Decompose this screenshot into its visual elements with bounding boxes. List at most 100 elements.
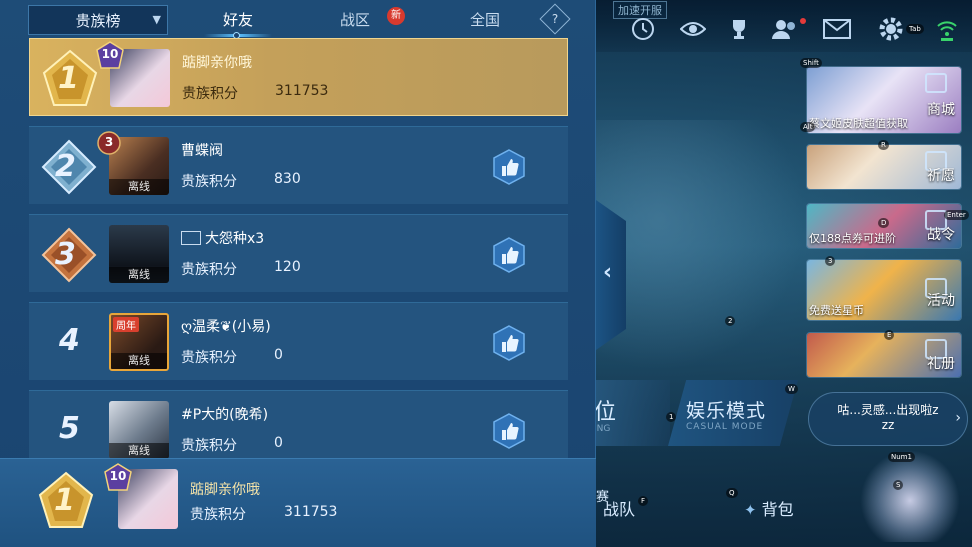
score-value: 311753 [284, 504, 338, 520]
shop-icon [925, 73, 947, 93]
collapse-panel-button[interactable]: ‹ [596, 200, 626, 350]
promo-events[interactable]: 免费送星币 活动 [806, 259, 962, 321]
casual-mode-title: 娱乐模式 [686, 400, 767, 422]
avatar[interactable]: 周年 离线 [109, 313, 169, 371]
player-name: 踮脚亲你哦 [182, 55, 252, 71]
friends-notify-dot [800, 18, 806, 24]
anniversary-tag: 周年 [113, 317, 139, 332]
score-value: 0 [274, 435, 283, 451]
thumbs-up-icon[interactable] [491, 237, 527, 273]
leaderboard-row[interactable]: 4 周年 离线 ღ温柔❦(小易) 贵族积分 0 [29, 302, 568, 380]
eye-icon[interactable] [678, 14, 708, 44]
score-value: 830 [274, 171, 301, 187]
tab-region[interactable]: 战区 [328, 5, 382, 35]
promo-label: 祈愿 [927, 168, 955, 184]
key-hint: Tab [906, 24, 924, 34]
chevron-right-icon: › [955, 410, 961, 426]
player-name: #P大的(晚希) [181, 407, 269, 423]
avatar[interactable]: 离线 [109, 225, 169, 283]
new-badge: 新 [387, 7, 405, 25]
avatar[interactable]: 离线 [109, 401, 169, 459]
dropdown-label: 贵族榜 [75, 11, 121, 30]
my-rank-row[interactable]: 1 10 踮脚亲你哦 贵族积分 311753 [0, 458, 596, 547]
team-button[interactable]: 战队 [603, 496, 635, 520]
offline-label: 离线 [109, 443, 169, 459]
ranked-mode-title: 位 [594, 400, 617, 425]
title-card-icon [181, 231, 201, 245]
key-hint: Alt [800, 122, 816, 132]
hero-silhouette [596, 120, 806, 370]
promo-caption: 免费送星币 [809, 304, 864, 317]
promo-caption: 蔡文姬皮肤超值获取 [809, 117, 908, 130]
offline-label: 离线 [109, 267, 169, 283]
thumbs-up-icon[interactable] [491, 413, 527, 449]
leaderboard-row[interactable]: 2 离线 3 曹蝶阀 贵族积分 830 [29, 126, 568, 204]
leaderboard-row[interactable]: 5 离线 #P大的(晚希) 贵族积分 0 [29, 390, 568, 468]
bag-button[interactable]: ✦ 背包 [744, 496, 794, 520]
player-name: 曹蝶阀 [181, 143, 223, 159]
noble-level-number: 3 [104, 135, 114, 149]
wifi-signal-icon [936, 18, 958, 42]
ranked-mode-button[interactable]: 位 ING [590, 380, 670, 446]
offline-label: 离线 [111, 353, 167, 369]
promo-label: 活动 [927, 293, 955, 309]
promo-caption: 仅188点券可进阶 [809, 232, 896, 245]
pet-avatar[interactable] [860, 450, 960, 542]
promo-gift-book[interactable]: 礼册 [806, 332, 962, 378]
player-name-text: 大怨种x3 [205, 231, 265, 247]
noble-level-badge: 3 [95, 129, 123, 157]
bubble-line-2: zz [881, 418, 895, 432]
key-hint: R [878, 140, 889, 150]
leaderboard-row[interactable]: 3 离线 大怨种x3 贵族积分 120 [29, 214, 568, 292]
ranked-mode-subtitle: ING [594, 424, 611, 434]
score-label: 贵族积分 [190, 507, 246, 523]
noble-level-number: 10 [109, 469, 127, 483]
tab-friends[interactable]: 好友 [204, 5, 272, 35]
tab-national[interactable]: 全国 [458, 5, 512, 35]
promo-wish[interactable]: 祈愿 [806, 144, 962, 190]
mail-icon[interactable] [822, 14, 852, 44]
score-label: 贵族积分 [181, 262, 237, 278]
board-type-dropdown[interactable]: 贵族榜 ▼ [28, 5, 168, 35]
promo-label: 战令 [927, 227, 955, 243]
friends-icon[interactable] [770, 14, 800, 44]
bubble-line-1: 咕...灵感...出现啦z [837, 403, 939, 417]
thumbs-up-icon[interactable] [491, 325, 527, 361]
promo-label: 商城 [927, 102, 955, 118]
help-button[interactable]: ? [539, 3, 571, 35]
bag-icon: ✦ [744, 501, 757, 519]
player-name: 踮脚亲你哦 [190, 482, 260, 498]
leaderboard-panel: 贵族榜 ▼ 好友 战区 新 全国 ? 1 10 踮脚亲你哦 贵族积分 31175… [0, 0, 596, 547]
score-label: 贵族积分 [181, 174, 237, 190]
player-name: 大怨种x3 [181, 228, 264, 248]
score-value: 311753 [275, 83, 329, 99]
gear-icon[interactable] [876, 14, 906, 44]
casual-mode-subtitle: CASUAL MODE [686, 422, 764, 432]
noble-level-number: 10 [101, 47, 119, 61]
offline-label: 离线 [109, 179, 169, 195]
score-label: 贵族积分 [181, 438, 237, 454]
key-hint: F [638, 496, 649, 506]
player-name: ღ温柔❦(小易) [181, 319, 271, 335]
question-icon: ? [551, 12, 559, 26]
leaderboard-tabs: 贵族榜 ▼ 好友 战区 新 全国 ? [28, 3, 571, 39]
chevron-down-icon: ▼ [152, 13, 161, 26]
key-hint: Enter [944, 210, 969, 220]
leaderboard-row[interactable]: 1 10 踮脚亲你哦 贵族积分 311753 [29, 38, 568, 116]
key-hint: Num1 [888, 452, 915, 462]
promo-label: 礼册 [927, 356, 955, 372]
key-hint: Shift [800, 58, 822, 68]
bag-label: 背包 [761, 500, 794, 519]
thumbs-up-icon[interactable] [491, 149, 527, 185]
score-value: 0 [274, 347, 283, 363]
score-label: 贵族积分 [182, 86, 238, 102]
casual-mode-button[interactable]: 娱乐模式 CASUAL MODE [668, 380, 798, 446]
pet-speech-bubble[interactable]: 咕...灵感...出现啦z zz › [808, 392, 968, 446]
clock-icon[interactable] [628, 14, 658, 44]
score-label: 贵族积分 [181, 350, 237, 366]
trophy-icon[interactable] [724, 14, 754, 44]
promo-shop[interactable]: 蔡文姬皮肤超值获取 商城 [806, 66, 962, 134]
key-hint: W [785, 384, 798, 394]
noble-level-badge: 10 [104, 463, 132, 491]
rank-number: 3 [55, 237, 76, 272]
